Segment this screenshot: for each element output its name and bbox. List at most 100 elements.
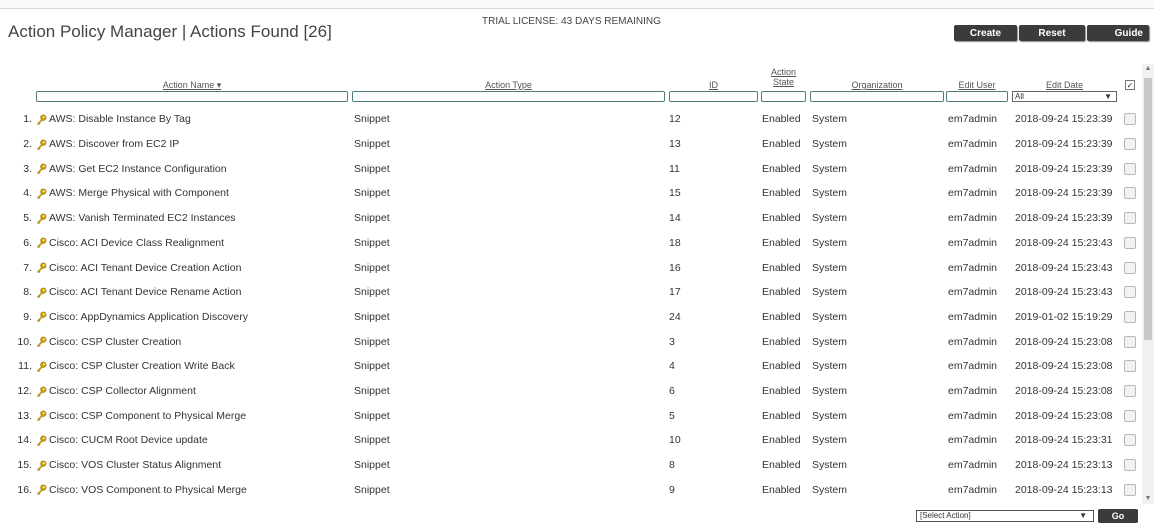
column-header-action-type[interactable]: Action Type	[352, 64, 665, 90]
row-checkbox[interactable]	[1124, 162, 1136, 175]
column-header-action-state[interactable]: Action State	[761, 64, 806, 90]
key-icon[interactable]	[36, 453, 48, 478]
select-action-dropdown[interactable]: [Select Action] ▼	[916, 510, 1094, 522]
action-type: Snippet	[354, 138, 390, 151]
action-name[interactable]: AWS: Disable Instance By Tag	[49, 107, 191, 132]
table-row[interactable]: 7. Cisco: ACI Tenant Device Creation Acti…	[0, 255, 1142, 280]
row-checkbox[interactable]	[1124, 286, 1136, 299]
select-all-checkbox[interactable]: ✓	[1125, 80, 1135, 90]
table-row[interactable]: 2. AWS: Discover from EC2 IP Snippet 13 Enab…	[0, 132, 1142, 157]
key-icon[interactable]	[36, 478, 48, 503]
action-name[interactable]: AWS: Merge Physical with Component	[49, 181, 229, 206]
action-name[interactable]: Cisco: VOS Component to Physical Merge	[49, 478, 247, 503]
key-icon[interactable]	[36, 181, 48, 206]
edit-date: 2018-09-24 15:23:13	[1015, 459, 1113, 472]
row-checkbox[interactable]	[1124, 360, 1136, 373]
action-name[interactable]: Cisco: CSP Collector Alignment	[49, 379, 196, 404]
reset-button[interactable]: Reset	[1019, 25, 1085, 41]
table-row[interactable]: 12. Cisco: CSP Collector Alignment Snippet…	[0, 379, 1142, 404]
column-header-organization[interactable]: Organization	[810, 64, 944, 90]
action-name[interactable]: Cisco: CSP Cluster Creation Write Back	[49, 354, 235, 379]
row-checkbox[interactable]	[1124, 459, 1136, 472]
table-row[interactable]: 3. AWS: Get EC2 Instance Configuration Sni…	[0, 156, 1142, 181]
filter-edit-user[interactable]	[946, 91, 1008, 102]
key-icon[interactable]	[36, 255, 48, 280]
filter-action-state[interactable]	[761, 91, 806, 102]
key-icon[interactable]	[36, 403, 48, 428]
filter-organization[interactable]	[810, 91, 944, 102]
action-name[interactable]: Cisco: AppDynamics Application Discovery	[49, 305, 248, 330]
row-checkbox[interactable]	[1124, 409, 1136, 422]
scroll-down-icon[interactable]: ▼	[1142, 494, 1154, 504]
row-checkbox[interactable]	[1124, 187, 1136, 200]
table-row[interactable]: 1. AWS: Disable Instance By Tag Snippet 12 E…	[0, 107, 1142, 132]
key-icon[interactable]	[36, 428, 48, 453]
table-row[interactable]: 4. AWS: Merge Physical with Component Snip…	[0, 181, 1142, 206]
go-button[interactable]: Go	[1098, 509, 1138, 523]
key-icon[interactable]	[36, 379, 48, 404]
key-icon[interactable]	[36, 107, 48, 132]
table-row[interactable]: 16. Cisco: VOS Component to Physical Merg…	[0, 478, 1142, 503]
action-name[interactable]: AWS: Discover from EC2 IP	[49, 132, 179, 157]
row-checkbox[interactable]	[1124, 310, 1136, 323]
action-id: 16	[669, 261, 681, 274]
key-icon[interactable]	[36, 231, 48, 256]
row-checkbox[interactable]	[1124, 138, 1136, 151]
table-row[interactable]: 8. Cisco: ACI Tenant Device Rename Action…	[0, 280, 1142, 305]
key-icon[interactable]	[36, 206, 48, 231]
column-header-id[interactable]: ID	[669, 64, 758, 90]
table-row[interactable]: 9. Cisco: AppDynamics Application Discove…	[0, 305, 1142, 330]
vertical-scrollbar[interactable]: ▲ ▼	[1142, 64, 1154, 504]
key-icon[interactable]	[36, 354, 48, 379]
key-icon[interactable]	[36, 156, 48, 181]
row-checkbox[interactable]	[1124, 236, 1136, 249]
action-name[interactable]: Cisco: VOS Cluster Status Alignment	[49, 453, 221, 478]
action-name[interactable]: Cisco: ACI Tenant Device Creation Action	[49, 255, 241, 280]
row-checkbox[interactable]	[1124, 113, 1136, 126]
column-header-edit-user[interactable]: Edit User	[946, 64, 1008, 90]
filter-edit-date-select[interactable]: All ▼	[1012, 91, 1117, 102]
organization: System	[812, 385, 848, 398]
table-row[interactable]: 11. Cisco: CSP Cluster Creation Write Bac…	[0, 354, 1142, 379]
table-row[interactable]: 13. Cisco: CSP Component to Physical Merg…	[0, 403, 1142, 428]
action-state: Enabled	[762, 360, 801, 373]
filter-id[interactable]	[669, 91, 758, 102]
table-row[interactable]: 15. Cisco: VOS Cluster Status Alignment Sn…	[0, 453, 1142, 478]
key-icon[interactable]	[36, 305, 48, 330]
action-name[interactable]: Cisco: ACI Tenant Device Rename Action	[49, 280, 241, 305]
scroll-up-icon[interactable]: ▲	[1142, 64, 1154, 74]
action-name[interactable]: AWS: Get EC2 Instance Configuration	[49, 156, 227, 181]
row-checkbox[interactable]	[1124, 434, 1136, 447]
filter-action-type[interactable]	[352, 91, 665, 102]
edit-user: em7admin	[948, 162, 998, 175]
column-header-action-name[interactable]: Action Name ▾	[36, 64, 348, 90]
action-name[interactable]: Cisco: CSP Component to Physical Merge	[49, 403, 246, 428]
row-checkbox[interactable]	[1124, 261, 1136, 274]
key-icon[interactable]	[36, 329, 48, 354]
table-row[interactable]: 5. AWS: Vanish Terminated EC2 Instances Sn…	[0, 206, 1142, 231]
row-checkbox[interactable]	[1124, 212, 1136, 225]
key-icon[interactable]	[36, 132, 48, 157]
action-id: 17	[669, 286, 681, 299]
row-checkbox-cell	[1124, 428, 1136, 453]
filter-action-name[interactable]	[36, 91, 348, 102]
row-checkbox[interactable]	[1124, 335, 1136, 348]
column-header-edit-date[interactable]: Edit Date	[1012, 64, 1117, 90]
scroll-thumb[interactable]	[1144, 78, 1152, 340]
action-id: 24	[669, 310, 681, 323]
row-checkbox[interactable]	[1124, 385, 1136, 398]
license-notice: TRIAL LICENSE: 43 DAYS REMAINING	[482, 16, 661, 27]
table-row[interactable]: 10. Cisco: CSP Cluster Creation Snippet 3 En…	[0, 329, 1142, 354]
table-row[interactable]: 14. Cisco: CUCM Root Device update Snippet…	[0, 428, 1142, 453]
edit-user: em7admin	[948, 187, 998, 200]
create-button[interactable]: Create	[954, 25, 1017, 41]
action-name[interactable]: Cisco: CUCM Root Device update	[49, 428, 208, 453]
table-row[interactable]: 6. Cisco: ACI Device Class Realignment Sni…	[0, 231, 1142, 256]
guide-button[interactable]: Guide	[1087, 25, 1149, 41]
action-name[interactable]: Cisco: CSP Cluster Creation	[49, 329, 181, 354]
key-icon[interactable]	[36, 280, 48, 305]
row-checkbox[interactable]	[1124, 483, 1136, 496]
action-name[interactable]: AWS: Vanish Terminated EC2 Instances	[49, 206, 236, 231]
action-name[interactable]: Cisco: ACI Device Class Realignment	[49, 231, 224, 256]
row-number: 13.	[17, 409, 32, 422]
